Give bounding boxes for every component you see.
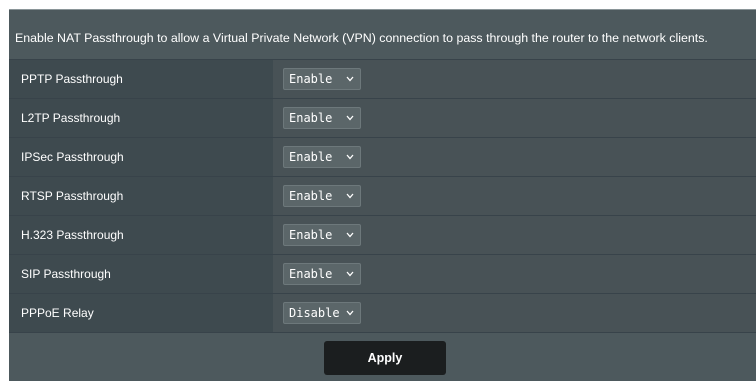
setting-value-cell: Disable xyxy=(273,294,756,332)
setting-label: PPPoE Relay xyxy=(21,306,94,320)
rtsp-passthrough-select[interactable]: Enable xyxy=(283,185,361,207)
chevron-down-icon xyxy=(346,232,354,238)
select-value: Enable xyxy=(289,111,333,125)
setting-row-l2tp: L2TP Passthrough Enable xyxy=(9,98,756,137)
l2tp-passthrough-select[interactable]: Enable xyxy=(283,107,361,129)
divider xyxy=(9,9,756,10)
setting-label: RTSP Passthrough xyxy=(21,189,124,203)
select-value: Enable xyxy=(289,267,333,281)
setting-value-cell: Enable xyxy=(273,138,756,176)
setting-label-cell: L2TP Passthrough xyxy=(9,99,273,137)
setting-label-cell: IPSec Passthrough xyxy=(9,138,273,176)
chevron-down-icon xyxy=(346,193,354,199)
select-value: Enable xyxy=(289,228,333,242)
setting-label-cell: RTSP Passthrough xyxy=(9,177,273,215)
setting-label-cell: SIP Passthrough xyxy=(9,255,273,293)
setting-label: H.323 Passthrough xyxy=(21,228,124,242)
select-value: Enable xyxy=(289,189,333,203)
setting-row-ipsec: IPSec Passthrough Enable xyxy=(9,137,756,176)
nat-passthrough-panel: Enable NAT Passthrough to allow a Virtua… xyxy=(9,9,756,381)
setting-value-cell: Enable xyxy=(273,216,756,254)
setting-label: SIP Passthrough xyxy=(21,267,111,281)
setting-value-cell: Enable xyxy=(273,177,756,215)
setting-row-pppoe: PPPoE Relay Disable xyxy=(9,293,756,333)
chevron-down-icon xyxy=(346,310,354,316)
setting-row-h323: H.323 Passthrough Enable xyxy=(9,215,756,254)
sip-passthrough-select[interactable]: Enable xyxy=(283,263,361,285)
settings-table: PPTP Passthrough Enable L2TP Passthrough… xyxy=(9,59,756,333)
pppoe-relay-select[interactable]: Disable xyxy=(283,302,361,324)
h323-passthrough-select[interactable]: Enable xyxy=(283,224,361,246)
pptp-passthrough-select[interactable]: Enable xyxy=(283,68,361,90)
setting-label: L2TP Passthrough xyxy=(21,111,121,125)
setting-row-rtsp: RTSP Passthrough Enable xyxy=(9,176,756,215)
chevron-down-icon xyxy=(346,154,354,160)
setting-row-sip: SIP Passthrough Enable xyxy=(9,254,756,293)
apply-button[interactable]: Apply xyxy=(324,341,446,375)
setting-row-pptp: PPTP Passthrough Enable xyxy=(9,59,756,98)
setting-label-cell: PPPoE Relay xyxy=(9,294,273,332)
description-text: Enable NAT Passthrough to allow a Virtua… xyxy=(15,31,708,45)
chevron-down-icon xyxy=(346,115,354,121)
ipsec-passthrough-select[interactable]: Enable xyxy=(283,146,361,168)
setting-value-cell: Enable xyxy=(273,60,756,98)
select-value: Enable xyxy=(289,72,333,86)
setting-label: IPSec Passthrough xyxy=(21,150,124,164)
chevron-down-icon xyxy=(346,76,354,82)
apply-area: Apply xyxy=(9,335,756,381)
select-value: Disable xyxy=(289,306,340,320)
select-value: Enable xyxy=(289,150,333,164)
setting-label: PPTP Passthrough xyxy=(21,72,123,86)
chevron-down-icon xyxy=(346,271,354,277)
setting-value-cell: Enable xyxy=(273,255,756,293)
setting-label-cell: H.323 Passthrough xyxy=(9,216,273,254)
setting-label-cell: PPTP Passthrough xyxy=(9,60,273,98)
setting-value-cell: Enable xyxy=(273,99,756,137)
